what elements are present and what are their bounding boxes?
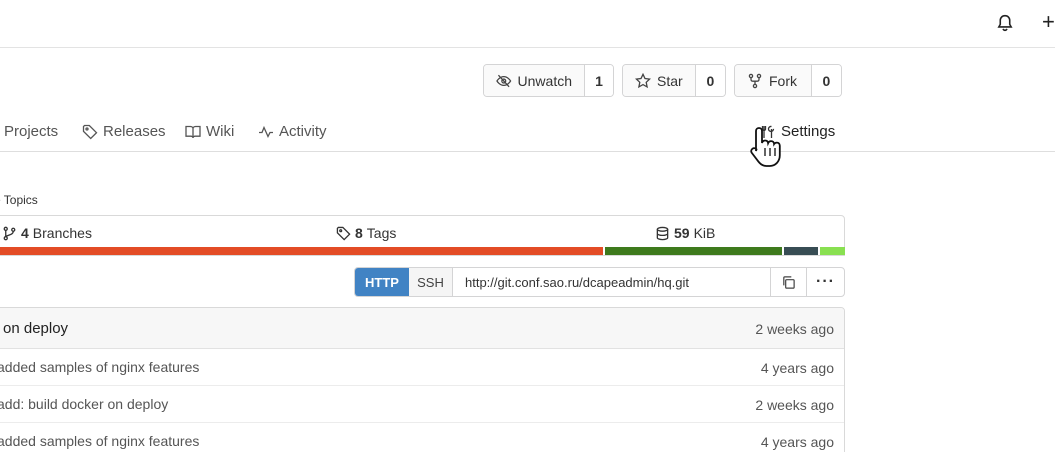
star-label: Star xyxy=(657,72,683,89)
commit-message[interactable]: added samples of nginx features xyxy=(0,359,199,375)
repo-tabs: Projects Releases Wiki Activity Settings xyxy=(0,112,1055,152)
clone-url-input[interactable]: http://git.conf.sao.ru/dcapeadmin/hq.git xyxy=(453,268,770,296)
unwatch-button[interactable]: Unwatch xyxy=(484,65,585,96)
commit-time: 4 years ago xyxy=(760,434,834,450)
bell-icon[interactable] xyxy=(996,14,1014,32)
eye-slash-icon xyxy=(496,74,512,87)
clone-more-button[interactable]: ··· xyxy=(806,268,844,296)
pulse-icon xyxy=(259,125,273,138)
star-button[interactable]: Star xyxy=(623,65,696,96)
latest-commit-time: 2 weeks ago xyxy=(755,321,834,337)
clone-panel: HTTP SSH http://git.conf.sao.ru/dcapeadm… xyxy=(354,267,845,297)
star-count[interactable]: 0 xyxy=(695,65,725,96)
tags-stat[interactable]: 8 Tags xyxy=(336,225,396,241)
fork-button[interactable]: Fork xyxy=(735,65,812,96)
file-list: on deploy 2 weeks ago added samples of n… xyxy=(0,307,845,452)
star-button-group[interactable]: Star 0 xyxy=(622,64,726,97)
language-stats-bar[interactable] xyxy=(0,247,845,255)
tab-activity[interactable]: Activity xyxy=(258,123,327,140)
star-icon xyxy=(635,72,651,88)
unwatch-label: Unwatch xyxy=(517,72,572,89)
table-row: add: build docker on deploy 2 weeks ago xyxy=(0,386,844,423)
fork-icon xyxy=(748,73,762,88)
language-segment[interactable] xyxy=(604,247,782,255)
latest-commit-header: on deploy 2 weeks ago xyxy=(0,308,844,349)
watch-button-group[interactable]: Unwatch 1 xyxy=(483,64,614,97)
fork-label: Fork xyxy=(769,72,797,89)
branch-icon xyxy=(3,226,16,240)
language-segment[interactable] xyxy=(819,247,845,255)
create-new-icon[interactable]: + xyxy=(1042,10,1055,34)
tab-wiki[interactable]: Wiki xyxy=(185,123,234,140)
hand-cursor-icon xyxy=(750,127,781,167)
tab-projects[interactable]: Projects xyxy=(4,123,58,140)
copy-url-button[interactable] xyxy=(770,268,806,296)
tags-label: Tags xyxy=(366,225,397,241)
top-navbar: + xyxy=(0,0,1055,48)
tab-settings-label: Settings xyxy=(781,123,836,140)
size-stat: 59 KiB xyxy=(655,225,715,241)
watch-count[interactable]: 1 xyxy=(585,65,613,96)
database-icon xyxy=(656,226,669,240)
commit-message[interactable]: added samples of nginx features xyxy=(0,433,199,449)
table-row: added samples of nginx features 4 years … xyxy=(0,349,844,386)
commit-message[interactable]: add: build docker on deploy xyxy=(0,396,168,412)
commit-time: 4 years ago xyxy=(760,360,834,376)
clone-ssh-button[interactable]: SSH xyxy=(409,268,453,296)
tab-releases[interactable]: Releases xyxy=(82,123,166,140)
latest-commit-message[interactable]: on deploy xyxy=(3,320,68,337)
tab-wiki-label: Wiki xyxy=(206,123,235,140)
tab-projects-label: Projects xyxy=(4,123,59,140)
tab-releases-label: Releases xyxy=(103,123,166,140)
size-unit: KiB xyxy=(693,225,716,241)
book-icon xyxy=(185,125,201,138)
branches-stat[interactable]: 4 Branches xyxy=(2,225,92,241)
copy-icon xyxy=(783,275,795,289)
language-segment[interactable] xyxy=(0,247,603,255)
fork-count[interactable]: 0 xyxy=(811,65,841,96)
table-row: added samples of nginx features 4 years … xyxy=(0,423,844,452)
tag-icon xyxy=(336,226,351,241)
tab-activity-label: Activity xyxy=(279,123,327,140)
tag-icon xyxy=(82,124,98,139)
manage-topics-link[interactable]: e Topics xyxy=(0,193,38,207)
tags-count: 8 xyxy=(355,225,363,241)
fork-button-group[interactable]: Fork 0 xyxy=(734,64,842,97)
language-segment[interactable] xyxy=(783,247,818,255)
branches-label: Branches xyxy=(32,225,92,241)
commit-time: 2 weeks ago xyxy=(755,397,834,413)
clone-http-button[interactable]: HTTP xyxy=(355,268,409,296)
branches-count: 4 xyxy=(21,225,29,241)
size-value: 59 xyxy=(674,225,690,241)
